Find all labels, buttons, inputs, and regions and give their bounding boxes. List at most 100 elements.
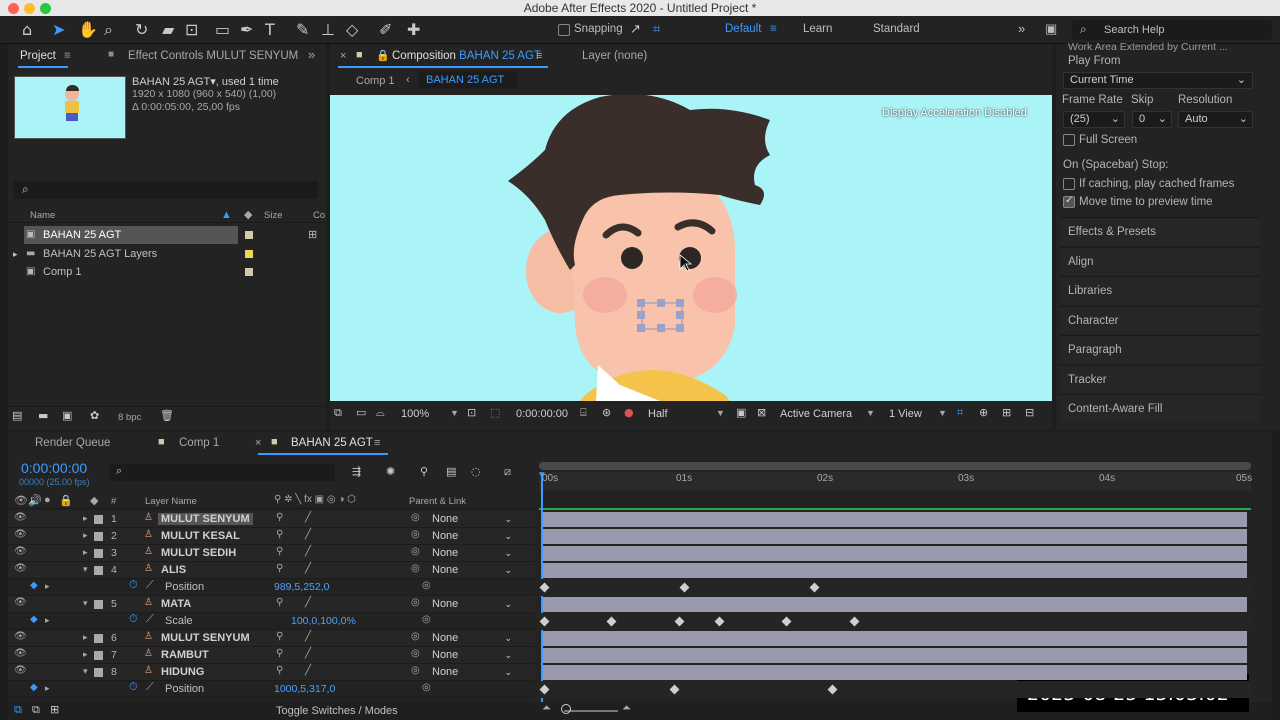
draft-3d-icon[interactable]: ✺ [386, 465, 395, 478]
comp-panel-menu-icon[interactable]: ≡ [536, 50, 542, 62]
layer-duration-bar[interactable] [543, 512, 1247, 527]
project-settings-icon[interactable]: ✿ [90, 409, 99, 422]
close-tab-icon[interactable]: × [255, 437, 261, 449]
layer-row[interactable]: 👁 ▸ 6 ♙ MULUT SENYUM ⚲ ╱ ◎ None ⌄ [8, 630, 535, 647]
timeline-icon[interactable]: ⊟ [1025, 406, 1034, 419]
shy-switch-icon[interactable]: ⚲ [276, 631, 283, 642]
snapshot-camera-icon[interactable]: ⌸ [580, 406, 587, 420]
tab-layer[interactable]: Layer (none) [582, 50, 647, 62]
eye-icon[interactable]: 👁 [14, 631, 27, 642]
parent-dropdown[interactable]: None ⌄ [432, 597, 514, 611]
pick-whip-icon[interactable]: ◎ [411, 665, 420, 676]
pick-whip-icon[interactable]: ◎ [422, 580, 431, 591]
layer-duration-bar[interactable] [543, 631, 1247, 646]
chevron-down-icon[interactable]: ▼ [938, 408, 947, 418]
keyframe-nav-icon[interactable]: ◆ [30, 614, 38, 625]
next-keyframe-icon[interactable]: ▸ [45, 615, 50, 626]
layer-name[interactable]: MULUT SENYUM [158, 513, 253, 525]
new-composition-icon[interactable]: ▣ [62, 409, 72, 422]
bit-depth-label[interactable]: 8 bpc [118, 412, 141, 423]
layer-duration-bar[interactable] [543, 529, 1247, 544]
expand-icon[interactable]: ▾ [83, 598, 88, 609]
layer-row[interactable]: 👁 ▸ 3 ♙ MULUT SEDIH ⚲ ╱ ◎ None ⌄ [8, 545, 535, 562]
parent-dropdown[interactable]: None ⌄ [432, 512, 514, 526]
shy-switch-icon[interactable]: ⚲ [276, 665, 283, 676]
layer-row[interactable]: 👁 ▸ 1 ♙ MULUT SENYUM ⚲ ╱ ◎ None ⌄ [8, 511, 535, 528]
frame-rate-dropdown[interactable]: (25) ⌄ [1063, 111, 1125, 128]
stopwatch-icon[interactable]: ⏱ [129, 579, 138, 592]
tab-composition[interactable]: Composition BAHAN 25 AGT [392, 50, 541, 62]
eye-icon[interactable]: 👁 [14, 546, 27, 557]
pick-whip-icon[interactable]: ◎ [411, 597, 420, 608]
transfer-controls-icon[interactable]: ⧉ [32, 703, 40, 717]
stopwatch-icon[interactable]: ⏱ [129, 681, 138, 694]
panel-character[interactable]: Character [1060, 306, 1260, 334]
label-color-swatch[interactable] [94, 668, 103, 677]
in-out-icon[interactable]: ⊞ [50, 703, 59, 716]
quality-switch-icon[interactable]: ╱ [305, 631, 311, 642]
views-dropdown[interactable]: 1 View [889, 408, 922, 420]
shy-switch-icon[interactable]: ⚲ [276, 546, 283, 557]
close-window-button[interactable] [8, 3, 19, 14]
breadcrumb-current[interactable]: BAHAN 25 AGT [418, 71, 518, 89]
region-of-interest-icon[interactable]: ⬚ [490, 406, 500, 419]
stopwatch-icon[interactable]: ⏱ [129, 613, 138, 626]
brush-tool-icon[interactable]: ✎ [296, 20, 309, 39]
roto-brush-tool-icon[interactable]: ✐ [379, 20, 392, 39]
expand-icon[interactable]: ▸ [83, 513, 88, 524]
project-panel-menu-icon[interactable]: ≡ [64, 50, 71, 62]
frame-blending-icon[interactable]: ▤ [446, 465, 456, 478]
layer-row[interactable]: 👁 ▾ 4 ♙ ALIS ⚲ ╱ ◎ None ⌄ [8, 562, 535, 579]
graph-icon[interactable]: ⟋ [146, 579, 154, 592]
timeline-search-input[interactable]: ⌕ [110, 464, 335, 481]
keyframe-nav-icon[interactable]: ◆ [30, 682, 38, 693]
timeline-zoom-slider[interactable] [564, 710, 618, 712]
col-parent-link[interactable]: Parent & Link [409, 496, 466, 507]
viewer-time-display[interactable]: 0:00:00:00 [516, 408, 568, 420]
property-row[interactable]: ◆ ▸ ⏱ ⟋ Scale 100,0,100,0% ◎ [8, 613, 535, 630]
layer-row[interactable]: 👁 ▸ 2 ♙ MULUT KESAL ⚲ ╱ ◎ None ⌄ [8, 528, 535, 545]
show-snapshot-icon[interactable]: ⊛ [602, 406, 611, 419]
layer-name[interactable]: HIDUNG [161, 666, 204, 678]
layer-duration-bar[interactable] [543, 597, 1247, 612]
zoom-out-icon[interactable]: ⏶ [542, 702, 551, 715]
zoom-tool-icon[interactable]: ⌕ [104, 20, 113, 40]
minimize-window-button[interactable] [24, 3, 35, 14]
parent-dropdown[interactable]: None ⌄ [432, 563, 514, 577]
parent-dropdown[interactable]: None ⌄ [432, 631, 514, 645]
rotate-tool-icon[interactable]: ↻ [135, 20, 148, 39]
project-item-comp-selected[interactable]: ▣ BAHAN 25 AGT [24, 226, 238, 244]
camera-tool-icon[interactable]: ▰ [162, 20, 174, 39]
panel-libraries[interactable]: Libraries [1060, 276, 1260, 304]
pick-whip-icon[interactable]: ◎ [411, 563, 420, 574]
puppet-tool-icon[interactable]: ✚ [407, 20, 420, 39]
flowchart-icon[interactable]: ⊞ [308, 228, 317, 241]
pick-whip-icon[interactable]: ◎ [411, 631, 420, 642]
col-size[interactable]: Size [264, 210, 282, 221]
layer-row[interactable]: 👁 ▾ 5 ♙ MATA ⚲ ╱ ◎ None ⌄ [8, 596, 535, 613]
hand-tool-icon[interactable]: ✋ [78, 20, 98, 39]
tab-project[interactable]: Project [20, 50, 56, 62]
resolution-dropdown[interactable]: Half [648, 408, 668, 420]
panel-content-aware-fill[interactable]: Content-Aware Fill [1060, 394, 1260, 422]
rectangle-tool-icon[interactable]: ▭ [215, 20, 230, 39]
skip-dropdown[interactable]: 0 ⌄ [1132, 111, 1172, 128]
shy-switch-icon[interactable]: ⚲ [276, 512, 283, 523]
property-value[interactable]: 1000,5,317,0 [274, 683, 335, 695]
snap-edges-icon[interactable]: ↗ [630, 22, 641, 37]
panel-effects-presets[interactable]: Effects & Presets [1060, 217, 1260, 245]
next-keyframe-icon[interactable]: ▸ [45, 581, 50, 592]
fast-previews-icon[interactable]: ▣ [736, 406, 746, 419]
panel-paragraph[interactable]: Paragraph [1060, 335, 1260, 363]
work-area-bar[interactable] [539, 462, 1251, 470]
layer-name[interactable]: MULUT SEDIH [161, 547, 236, 559]
snap-points-icon[interactable]: ⌗ [653, 22, 660, 37]
quality-switch-icon[interactable]: ╱ [305, 665, 311, 676]
quality-switch-icon[interactable]: ╱ [305, 512, 311, 523]
layer-name[interactable]: MULUT SENYUM [161, 632, 250, 644]
current-timecode[interactable]: 0:00:00:00 [21, 460, 87, 476]
new-folder-icon[interactable]: ▬ [38, 409, 48, 422]
property-value[interactable]: 100,0,100,0% [291, 615, 356, 627]
chevron-down-icon[interactable]: ▼ [866, 408, 875, 418]
property-row[interactable]: ◆ ▸ ⏱ ⟋ Position 1000,5,317,0 ◎ [8, 681, 535, 698]
